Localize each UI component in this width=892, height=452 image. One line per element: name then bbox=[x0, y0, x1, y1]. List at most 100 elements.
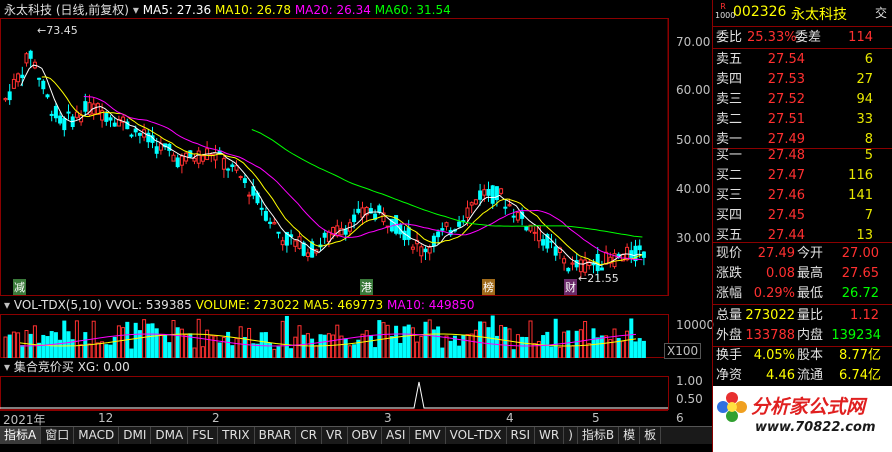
volume-bar bbox=[557, 346, 562, 358]
buy-price: 27.44 bbox=[767, 228, 805, 243]
volume-bar bbox=[448, 340, 453, 358]
candle-body bbox=[297, 236, 302, 249]
candle-body bbox=[28, 50, 33, 59]
volume-bar bbox=[171, 320, 176, 358]
candle-body bbox=[154, 146, 159, 154]
tab-indicator[interactable]: CR bbox=[296, 427, 322, 444]
buy-row[interactable]: 买三 27.46 141 bbox=[713, 186, 883, 206]
tab-indicator[interactable]: 模 bbox=[619, 427, 641, 444]
candle-body bbox=[268, 221, 273, 224]
tab-indicator[interactable]: 指标A bbox=[0, 427, 42, 444]
volume-bar bbox=[91, 320, 96, 358]
sell-row[interactable]: 卖二 27.51 33 bbox=[713, 110, 883, 130]
volume-bar bbox=[398, 342, 403, 358]
marker-reduce[interactable]: 减 bbox=[13, 279, 26, 295]
volume-bar bbox=[230, 345, 235, 358]
candle-body bbox=[24, 53, 29, 64]
kline-chart[interactable] bbox=[0, 18, 712, 296]
volume-bar bbox=[553, 318, 558, 358]
main-title: 永太科技 (日线,前复权) bbox=[4, 3, 129, 17]
low-price-label: ←21.55 bbox=[578, 272, 619, 285]
marker-board[interactable]: 榜 bbox=[482, 279, 495, 295]
kline-frame bbox=[0, 18, 669, 296]
volume-bar bbox=[3, 336, 8, 358]
x-tick: 6 bbox=[676, 411, 684, 425]
tab-indicator[interactable]: VR bbox=[322, 427, 348, 444]
buy-row[interactable]: 买四 27.45 7 bbox=[713, 206, 883, 226]
volume-bar bbox=[499, 325, 504, 358]
buy-volume: 7 bbox=[864, 208, 873, 223]
sell-row[interactable]: 卖五 27.54 6 bbox=[713, 50, 883, 70]
candle-body bbox=[234, 165, 239, 171]
tab-indicator[interactable]: 窗口 bbox=[41, 427, 75, 444]
volume-bar bbox=[423, 321, 428, 358]
candle-body bbox=[179, 155, 184, 166]
volume-bar bbox=[221, 337, 226, 358]
side-tab[interactable]: 交 bbox=[875, 4, 887, 21]
weicha-value: 114 bbox=[848, 30, 873, 45]
candle-body bbox=[490, 185, 495, 204]
volume-bar bbox=[570, 345, 575, 358]
logo-brand: 分析家公式网 bbox=[751, 396, 866, 418]
volume-bar bbox=[16, 332, 21, 358]
tab-indicator[interactable]: 指标B bbox=[578, 427, 620, 444]
buy-row[interactable]: 买二 27.47 116 bbox=[713, 166, 883, 186]
tab-indicator[interactable]: FSL bbox=[188, 427, 219, 444]
buy-row[interactable]: 买五 27.44 13 bbox=[713, 226, 883, 246]
tab-indicator[interactable]: 板 bbox=[640, 427, 662, 444]
tab-indicator[interactable]: ASI bbox=[382, 427, 411, 444]
y-tick-30: 30.00 bbox=[676, 231, 711, 245]
candle-body bbox=[133, 128, 138, 133]
volume-bar bbox=[293, 336, 298, 358]
candle-body bbox=[578, 259, 583, 273]
tab-indicator[interactable]: OBV bbox=[348, 427, 383, 444]
volume-bar bbox=[511, 349, 516, 358]
chevron-down-icon[interactable]: ▾ bbox=[4, 298, 10, 312]
buy-volume: 116 bbox=[848, 168, 873, 183]
auction-title: 集合竞价买 bbox=[13, 360, 74, 374]
candle-body bbox=[49, 113, 54, 116]
volume-bar bbox=[276, 346, 281, 358]
tab-indicator[interactable]: EMV bbox=[410, 427, 446, 444]
volume-bar bbox=[562, 331, 567, 358]
volume-bar bbox=[108, 344, 113, 358]
tab-indicator[interactable]: RSI bbox=[507, 427, 536, 444]
volume-bar bbox=[524, 337, 529, 358]
candle-body bbox=[478, 190, 483, 200]
volume-bar bbox=[469, 333, 474, 358]
tab-indicator[interactable]: DMI bbox=[119, 427, 152, 444]
candle-body bbox=[301, 242, 306, 256]
volume-bar bbox=[179, 328, 184, 358]
marker-hk[interactable]: 港 bbox=[360, 279, 373, 295]
volume-bar bbox=[587, 343, 592, 358]
sell-row[interactable]: 卖三 27.52 94 bbox=[713, 90, 883, 110]
auction-y-tick-1: 1.00 bbox=[676, 374, 703, 388]
candle-body bbox=[469, 202, 474, 206]
auction-chart[interactable] bbox=[0, 376, 712, 410]
site-logo[interactable]: 分析家公式网 www.70822.com bbox=[713, 386, 892, 452]
tab-indicator[interactable]: VOL-TDX bbox=[446, 427, 507, 444]
tab-indicator[interactable]: ) bbox=[564, 427, 578, 444]
tab-indicator[interactable]: DMA bbox=[151, 427, 189, 444]
high-price-label: ←73.45 bbox=[37, 24, 78, 37]
buy-row[interactable]: 买一 27.48 5 bbox=[713, 146, 883, 166]
corner-badge[interactable]: R 1000 bbox=[715, 2, 735, 20]
main-header: 永太科技 (日线,前复权) ▾ MA5: 27.36 MA10: 26.78 M… bbox=[4, 1, 704, 19]
tab-indicator[interactable]: MACD bbox=[74, 427, 120, 444]
tab-indicator[interactable]: TRIX bbox=[218, 427, 255, 444]
volume-chart[interactable] bbox=[0, 314, 712, 358]
volume-bar bbox=[486, 327, 491, 358]
candle-body bbox=[305, 252, 310, 258]
chevron-down-icon[interactable]: ▾ bbox=[133, 3, 139, 17]
tab-indicator[interactable]: BRAR bbox=[255, 427, 297, 444]
volume-bar bbox=[255, 343, 260, 358]
candle-body bbox=[524, 226, 529, 231]
marker-finance[interactable]: 财 bbox=[564, 279, 577, 295]
candle-body bbox=[410, 246, 415, 250]
tab-indicator[interactable]: WR bbox=[535, 427, 565, 444]
chart-area[interactable]: 永太科技 (日线,前复权) ▾ MA5: 27.36 MA10: 26.78 M… bbox=[0, 0, 714, 452]
sell-row[interactable]: 卖四 27.53 27 bbox=[713, 70, 883, 90]
candle-body bbox=[562, 258, 567, 264]
chevron-down-icon[interactable]: ▾ bbox=[4, 360, 10, 374]
xg-label: XG: 0.00 bbox=[77, 360, 130, 374]
